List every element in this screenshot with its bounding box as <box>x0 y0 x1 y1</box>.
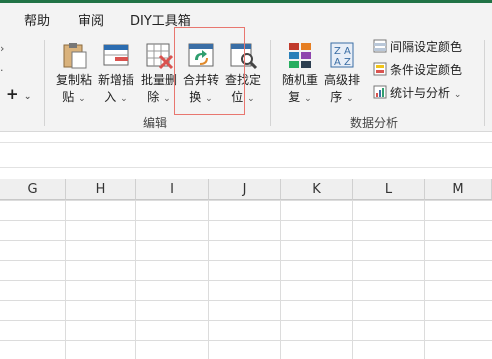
column-header-k[interactable]: K <box>281 179 353 200</box>
grid-line <box>65 200 66 359</box>
ribbon-chevron-icon[interactable]: › <box>0 42 4 55</box>
svg-text:Z A: Z A <box>334 46 351 57</box>
random-repeat-label-2: 复 <box>288 90 301 104</box>
grid-line <box>424 200 425 359</box>
tab-help[interactable]: 帮助 <box>24 10 50 29</box>
copy-paste-button[interactable]: 复制粘 贴 ⌄ <box>52 40 96 112</box>
advanced-sort-button[interactable]: Z AA Z 高级排 序 ⌄ <box>320 40 364 112</box>
edit-group-label: 编辑 <box>143 116 168 130</box>
chevron-down-icon: ⌄ <box>453 90 462 100</box>
copy-paste-label-1: 复制粘 <box>55 73 92 87</box>
tab-review[interactable]: 审阅 <box>78 10 104 29</box>
interval-color-label: 间隔设定颜色 <box>390 40 463 54</box>
random-repeat-button[interactable]: 随机重 复 ⌄ <box>278 40 322 112</box>
batch-delete-label-2: 除 <box>147 90 160 104</box>
svg-text:A Z: A Z <box>334 57 351 68</box>
column-header-i[interactable]: I <box>136 179 209 200</box>
column-header-h[interactable]: H <box>66 179 136 200</box>
random-blocks-icon <box>285 40 315 70</box>
highlight-box <box>174 27 245 115</box>
cell-grid[interactable] <box>0 200 492 359</box>
delete-grid-icon <box>144 40 174 70</box>
insert-button[interactable]: 新增插 入 ⌄ <box>94 40 138 112</box>
chevron-down-icon: ⌄ <box>120 94 128 104</box>
chevron-down-icon: ⌄ <box>163 94 171 104</box>
chevron-down-icon: ⌄ <box>247 94 255 104</box>
formula-bar[interactable] <box>0 142 492 168</box>
ribbon-dot-icon: · <box>0 64 4 77</box>
title-accent-strip <box>0 0 492 3</box>
ribbon: › · + ⌄ 复制粘 贴 ⌄ 新增插 入 ⌄ 批量删 除 ⌄ 合并转 换 ⌄ <box>0 34 492 132</box>
column-header-j[interactable]: J <box>209 179 281 200</box>
chevron-down-icon: ⌄ <box>304 94 312 104</box>
conditional-color-label: 条件设定颜色 <box>390 63 463 77</box>
advanced-sort-label-1: 高级排 <box>323 73 360 87</box>
copy-paste-label-2: 贴 <box>62 90 75 104</box>
group-separator <box>484 40 485 126</box>
clipboard-icon <box>59 40 89 70</box>
stats-analysis-button[interactable]: 统计与分析 ⌄ <box>373 84 461 102</box>
chevron-down-icon: ⌄ <box>78 94 86 104</box>
conditional-color-icon <box>373 62 387 76</box>
column-header-g[interactable]: G <box>0 179 66 200</box>
interval-color-button[interactable]: 间隔设定颜色 <box>373 38 462 56</box>
grid-line <box>135 200 136 359</box>
column-header-l[interactable]: L <box>353 179 425 200</box>
plus-icon: + <box>6 85 19 103</box>
random-repeat-label-1: 随机重 <box>281 73 318 87</box>
stats-icon <box>373 85 387 99</box>
column-header-m[interactable]: M <box>425 179 492 200</box>
insert-label-1: 新增插 <box>97 73 134 87</box>
data-group-label: 数据分析 <box>350 116 399 130</box>
interval-color-icon <box>373 39 387 53</box>
group-separator <box>44 40 45 126</box>
stats-analysis-label: 统计与分析 <box>390 86 451 100</box>
chevron-down-icon: ⌄ <box>346 94 354 104</box>
advanced-sort-label-2: 序 <box>330 90 343 104</box>
ribbon-tab-bar: 帮助 审阅 DIY工具箱 <box>0 0 492 34</box>
insert-rows-icon <box>101 40 131 70</box>
grid-line <box>208 200 209 359</box>
conditional-color-button[interactable]: 条件设定颜色 <box>373 61 462 79</box>
chevron-down-icon: ⌄ <box>23 92 32 102</box>
group-separator <box>270 40 271 126</box>
grid-line <box>280 200 281 359</box>
add-button[interactable]: + ⌄ <box>6 85 31 103</box>
sort-az-icon: Z AA Z <box>327 40 357 70</box>
grid-line <box>352 200 353 359</box>
insert-label-2: 入 <box>104 90 117 104</box>
